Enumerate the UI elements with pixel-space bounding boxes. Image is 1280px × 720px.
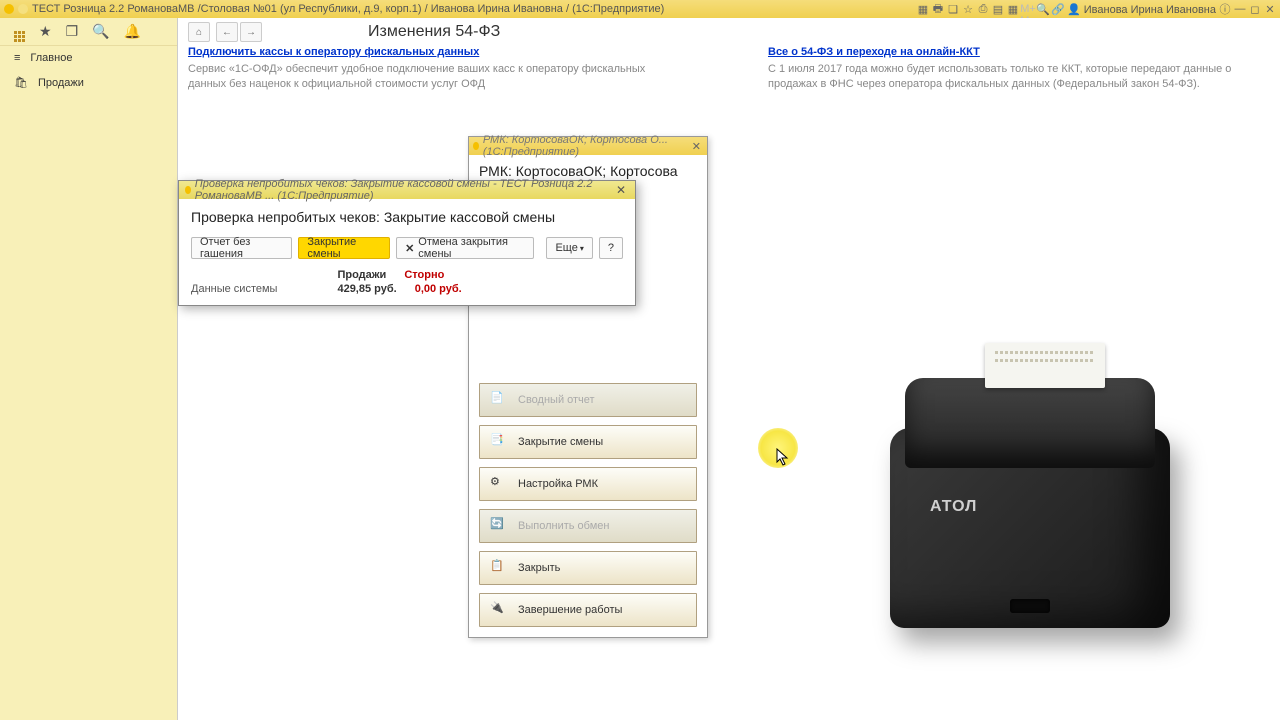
cancel-close-button[interactable]: ✕ Отмена закрытия смены: [396, 237, 534, 259]
rmk-settings-button[interactable]: ⚙ Настройка РМК: [479, 467, 697, 501]
button-label: Закрытие смены: [518, 436, 603, 448]
link-connect-ofd[interactable]: Подключить кассы к оператору фискальных …: [188, 46, 668, 58]
forward-button[interactable]: →: [240, 22, 262, 42]
user-label[interactable]: 👤 Иванова Ирина Ивановна: [1067, 3, 1216, 16]
main-area: ⌂ ← → Изменения 54-ФЗ Подключить кассы к…: [178, 18, 1280, 720]
printer-image: АТОЛ: [870, 368, 1190, 648]
button-label: Отмена закрытия смены: [418, 236, 525, 260]
button-label: Закрыть: [518, 562, 560, 574]
button-label: Завершение работы: [518, 604, 622, 616]
sidebar-item-label: Главное: [30, 52, 72, 64]
toolbar-icon[interactable]: ☆: [962, 3, 974, 15]
document-icon: 📋: [490, 559, 508, 577]
gear-icon: ⚙: [490, 475, 508, 493]
window-icon: [473, 142, 479, 150]
info-icon[interactable]: ⓘ: [1219, 3, 1231, 15]
desc-text: Сервис «1С-ОФД» обеспечит удобное подклю…: [188, 62, 668, 92]
dialog-title-text: Проверка непробитых чеков: Закрытие касс…: [195, 178, 613, 202]
check-dialog: Проверка непробитых чеков: Закрытие касс…: [178, 180, 636, 306]
close-shift-icon: 📑: [490, 433, 508, 451]
sales-value: 429,85 руб.: [337, 283, 396, 295]
rmk-shutdown-button[interactable]: 🔌 Завершение работы: [479, 593, 697, 627]
toolbar-icon[interactable]: ▤: [992, 3, 1004, 15]
sidebar-item-main[interactable]: ≡ Главное: [0, 46, 177, 70]
toolbar-icon[interactable]: ▦: [1007, 3, 1019, 15]
window-icon: [185, 186, 191, 194]
report-icon: 📄: [490, 391, 508, 409]
more-button[interactable]: Еще ▾: [546, 237, 592, 259]
button-label: Настройка РМК: [518, 478, 598, 490]
toolbar-icon[interactable]: ▦: [917, 3, 929, 15]
toolbar-icon[interactable]: ❏: [947, 3, 959, 15]
back-button[interactable]: ←: [216, 22, 238, 42]
sidebar-item-label: Продажи: [38, 77, 84, 89]
close-shift-button[interactable]: Закрытие смены: [298, 237, 390, 259]
button-label: Выполнить обмен: [518, 520, 609, 532]
titlebar-text: ТЕСТ Розница 2.2 РомановаМВ /Столовая №0…: [32, 3, 664, 15]
menu-icon: ≡: [14, 52, 20, 64]
dialog-titlebar[interactable]: Проверка непробитых чеков: Закрытие касс…: [179, 181, 635, 199]
rmk-title-text: РМК: КортосоваОК; Кортосова О... (1С:Пре…: [483, 134, 690, 158]
storno-label: Сторно: [404, 269, 444, 281]
favorites-icon[interactable]: ★: [39, 23, 52, 40]
search-icon[interactable]: 🔍: [92, 23, 109, 40]
toolbar-text: M- M+ M-: [1022, 3, 1034, 15]
close-icon[interactable]: ✕: [690, 140, 703, 153]
link-54fz[interactable]: Все о 54-ФЗ и переходе на онлайн-ККТ: [768, 46, 1248, 58]
rmk-close-shift-button[interactable]: 📑 Закрытие смены: [479, 425, 697, 459]
app-dropdown-icon[interactable]: [18, 4, 28, 14]
rmk-titlebar[interactable]: РМК: КортосоваОК; Кортосова О... (1С:Пре…: [469, 137, 707, 155]
refresh-icon: 🔄: [490, 517, 508, 535]
button-label: Сводный отчет: [518, 394, 595, 406]
sidebar: ★ ❐ 🔍 🔔 ≡ Главное 🛍 Продажи: [0, 18, 178, 720]
page-title: Изменения 54-ФЗ: [368, 23, 500, 41]
close-icon[interactable]: ✕: [613, 183, 629, 197]
rmk-summary-button: 📄 Сводный отчет: [479, 383, 697, 417]
link-icon[interactable]: 🔗: [1052, 3, 1064, 15]
home-button[interactable]: ⌂: [188, 22, 210, 42]
app-logo-icon: [4, 4, 14, 14]
help-button[interactable]: ?: [599, 237, 623, 259]
x-icon: ✕: [405, 242, 414, 255]
sales-label: Продажи: [337, 269, 386, 281]
minimize-icon[interactable]: —: [1234, 3, 1246, 15]
toolbar-icon[interactable]: ⎙: [977, 3, 989, 15]
report-no-clear-button[interactable]: Отчет без гашения: [191, 237, 292, 259]
rmk-exchange-button: 🔄 Выполнить обмен: [479, 509, 697, 543]
search-icon[interactable]: 🔍: [1037, 3, 1049, 15]
cursor-icon: [776, 448, 790, 469]
click-highlight: [758, 428, 798, 468]
close-icon[interactable]: ✕: [1264, 3, 1276, 15]
printer-brand: АТОЛ: [930, 498, 977, 516]
bell-icon[interactable]: 🔔: [124, 23, 141, 40]
chevron-down-icon: ▾: [580, 244, 584, 253]
app-titlebar: ТЕСТ Розница 2.2 РомановаМВ /Столовая №0…: [0, 0, 1280, 18]
toolbar-icon[interactable]: 🖶: [932, 3, 944, 15]
dialog-header: Проверка непробитых чеков: Закрытие касс…: [179, 199, 635, 233]
clipboard-icon[interactable]: ❐: [66, 23, 79, 40]
storno-value: 0,00 руб.: [415, 283, 462, 295]
system-data-label: Данные системы: [191, 283, 277, 295]
rmk-close-button[interactable]: 📋 Закрыть: [479, 551, 697, 585]
maximize-icon[interactable]: ◻: [1249, 3, 1261, 15]
power-icon: 🔌: [490, 601, 508, 619]
apps-grid-icon[interactable]: [14, 21, 25, 42]
bag-icon: 🛍: [14, 76, 28, 89]
button-label: Еще: [555, 242, 577, 254]
sidebar-item-sales[interactable]: 🛍 Продажи: [0, 70, 177, 95]
desc-text: С 1 июля 2017 года можно будет использов…: [768, 62, 1248, 92]
